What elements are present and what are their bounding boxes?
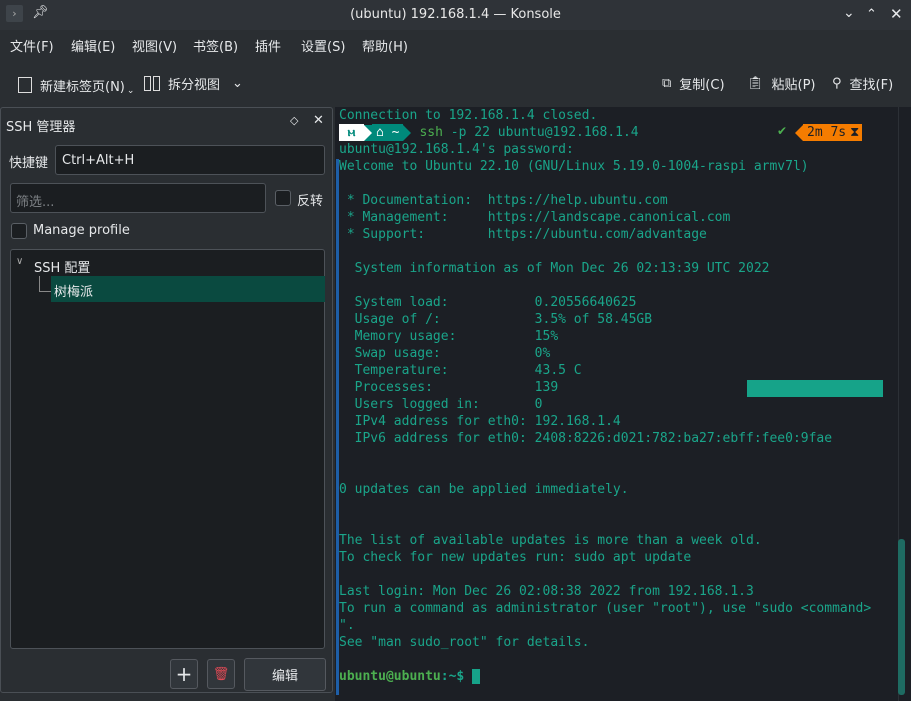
terminal-line: See "man sudo_root" for details.	[339, 635, 590, 650]
invert-label: 反转	[297, 194, 324, 209]
ssh-manager-panel: SSH 管理器 ◇ ✕ 快捷键 Ctrl+Alt+H 筛选... 反转 Mana…	[0, 107, 333, 693]
tree-branch-line	[39, 276, 51, 292]
terminal-line: Memory usage: 15%	[339, 329, 559, 344]
tree-item-label: 树梅派	[54, 285, 94, 300]
terminal-line: * Management: https://landscape.canonica…	[339, 210, 731, 225]
new-tab-icon	[18, 77, 32, 93]
menu-settings[interactable]: 设置(S)	[301, 36, 345, 55]
chevron-down-icon[interactable]: ∨	[16, 256, 23, 267]
window-title: (ubuntu) 192.168.1.4 — Konsole	[350, 7, 561, 22]
terminal-line: The list of available updates is more th…	[339, 533, 762, 548]
title-bar: › 📌︎ (ubuntu) 192.168.1.4 — Konsole ⌄ ⌃ …	[0, 0, 911, 30]
delete-button[interactable]: 🗑︎	[207, 659, 235, 689]
trash-icon: 🗑︎	[212, 666, 230, 682]
shortcut-label: 快捷键	[9, 156, 49, 171]
terminal-line: Welcome to Ubuntu 22.10 (GNU/Linux 5.19.…	[339, 159, 809, 174]
split-view-button[interactable]: 拆分视图 ⌄	[144, 74, 243, 93]
new-tab-button[interactable]: 新建标签页(N) ⌄	[18, 74, 134, 96]
terminal-line: Usage of /: 3.5% of 58.45GB	[339, 312, 653, 327]
distro-icon: ⲙ	[339, 124, 364, 141]
copy-icon: ⧉	[662, 76, 672, 91]
close-panel-icon[interactable]: ✕	[313, 113, 324, 128]
terminal-line: To run a command as administrator (user …	[339, 601, 872, 616]
find-button[interactable]: ⚲ 查找(F)	[832, 74, 893, 93]
scrollbar-thumb[interactable]	[898, 539, 905, 695]
chevron-down-icon: ⌄	[126, 86, 135, 96]
filter-input[interactable]: 筛选...	[10, 183, 266, 213]
close-icon[interactable]: ✕	[890, 5, 903, 23]
profile-tree[interactable]: ∨ SSH 配置 树梅派	[10, 249, 325, 649]
terminal-line: Swap usage: 0%	[339, 346, 551, 361]
maximize-icon[interactable]: ⌃	[866, 7, 877, 22]
elapsed-time: 2m 7s	[803, 124, 851, 141]
home-icon: ⌂	[376, 125, 392, 140]
terminal-line: * Documentation: https://help.ubuntu.com	[339, 193, 668, 208]
float-icon[interactable]: ◇	[290, 114, 298, 127]
cursor	[472, 669, 481, 684]
tree-item-ssh-config[interactable]: SSH 配置	[34, 257, 90, 276]
menu-bookmarks[interactable]: 书签(B)	[193, 36, 238, 55]
terminal-line: IPv6 address for eth0: 2408:8226:d021:78…	[339, 431, 833, 446]
manage-profile-checkbox[interactable]	[11, 223, 27, 239]
chevron-down-icon: ⌄	[232, 76, 243, 91]
menu-view[interactable]: 视图(V)	[132, 36, 177, 55]
terminal-view[interactable]: Connection to 192.168.1.4 closed. ubuntu@…	[335, 107, 911, 701]
tree-item-raspberry-pi[interactable]: 树梅派	[51, 276, 325, 302]
terminal-line: ubuntu@192.168.1.4's password:	[339, 142, 574, 157]
search-icon: ⚲	[832, 76, 842, 91]
menu-edit[interactable]: 编辑(E)	[71, 36, 115, 55]
terminal-line: * Support: https://ubuntu.com/advantage	[339, 227, 707, 242]
paste-icon: 📋︎	[747, 76, 764, 91]
hourglass-icon: ⧗	[850, 124, 863, 141]
menu-plugins[interactable]: 插件	[255, 36, 281, 55]
copy-label: 复制(C)	[679, 78, 725, 93]
invert-checkbox[interactable]	[275, 190, 291, 206]
plus-icon: +	[175, 662, 193, 686]
terminal-line: Processes: 139	[339, 380, 559, 395]
panel-title: SSH 管理器	[6, 120, 76, 135]
find-label: 查找(F)	[849, 78, 894, 93]
terminal-line: Connection to 192.168.1.4 closed.	[339, 108, 598, 123]
minimize-icon[interactable]: ⌄	[843, 5, 855, 21]
terminal-line: Users logged in: 0	[339, 397, 543, 412]
prompt-line: ⲙ ⌂ ~ ssh -p 22 ubuntu@192.168.1.4	[339, 124, 639, 141]
split-view-label: 拆分视图	[168, 78, 221, 93]
terminal-line: Last login: Mon Dec 26 02:08:38 2022 fro…	[339, 584, 754, 599]
edit-button[interactable]: 编辑	[244, 658, 326, 691]
check-icon: ✔	[777, 124, 788, 138]
add-button[interactable]: +	[170, 659, 198, 689]
filter-placeholder: 筛选...	[16, 195, 55, 210]
terminal-line: ".	[339, 618, 355, 633]
terminal-line: System information as of Mon Dec 26 02:1…	[339, 261, 770, 276]
shortcut-value: Ctrl+Alt+H	[62, 153, 135, 168]
paste-button[interactable]: 📋︎ 粘贴(P)	[747, 74, 816, 93]
final-prompt: ubuntu@ubuntu:~$	[339, 668, 481, 685]
terminal-line: 0 updates can be applied immediately.	[339, 482, 629, 497]
shortcut-input[interactable]: Ctrl+Alt+H	[55, 145, 325, 175]
highlight-block	[747, 380, 883, 397]
elapsed-badge: 2m 7s ⧗	[795, 124, 863, 141]
prompt-command: -p 22 ubuntu@192.168.1.4	[442, 125, 639, 140]
split-view-icon	[144, 76, 160, 91]
path-segment: ⌂ ~	[372, 124, 404, 141]
terminal-line: IPv4 address for eth0: 192.168.1.4	[339, 414, 621, 429]
manage-profile-label: Manage profile	[33, 223, 130, 238]
menu-file[interactable]: 文件(F)	[10, 36, 54, 55]
terminal-line: To check for new updates run: sudo apt u…	[339, 550, 692, 565]
terminal-line: Temperature: 43.5 C	[339, 363, 582, 378]
copy-button[interactable]: ⧉ 复制(C)	[662, 74, 725, 93]
paste-label: 粘贴(P)	[771, 78, 816, 93]
edit-label: 编辑	[271, 669, 298, 684]
menu-help[interactable]: 帮助(H)	[362, 36, 408, 55]
terminal-line: System load: 0.20556640625	[339, 295, 637, 310]
new-tab-label: 新建标签页(N)	[40, 79, 125, 95]
